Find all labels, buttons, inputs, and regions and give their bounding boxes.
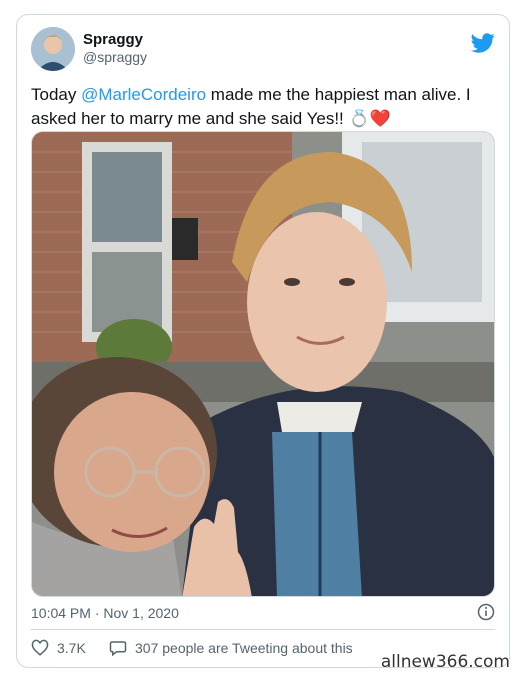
tweet-photo[interactable]: [31, 131, 495, 597]
tweet-header: Spraggy @spraggy: [31, 27, 495, 73]
profile-avatar[interactable]: [31, 27, 75, 71]
user-name[interactable]: Spraggy: [83, 31, 143, 48]
tweet-timestamp[interactable]: 10:04 PM · Nov 1, 2020: [31, 605, 179, 621]
tweet-text: Today @MarleCordeiro made me the happies…: [31, 83, 491, 131]
mention-link[interactable]: @MarleCordeiro: [81, 85, 206, 104]
divider: [31, 629, 495, 630]
twitter-bird-icon[interactable]: [471, 31, 495, 55]
avatar-image: [31, 27, 75, 71]
speech-bubble-icon: [109, 641, 127, 657]
info-icon[interactable]: [477, 603, 495, 621]
user-handle[interactable]: @spraggy: [83, 49, 147, 65]
like-action[interactable]: 3.7K: [31, 639, 86, 657]
selfie-image: [32, 132, 494, 596]
tweet-card[interactable]: Spraggy @spraggy Today @MarleCordeiro ma…: [16, 14, 510, 668]
heart-icon: [31, 639, 49, 656]
site-watermark: allnew366.com: [380, 652, 510, 672]
tweet-text-before: Today: [31, 85, 82, 104]
conversation-action[interactable]: 307 people are Tweeting about this: [109, 639, 353, 657]
like-count: 3.7K: [57, 640, 86, 656]
conversation-label: 307 people are Tweeting about this: [135, 640, 353, 656]
